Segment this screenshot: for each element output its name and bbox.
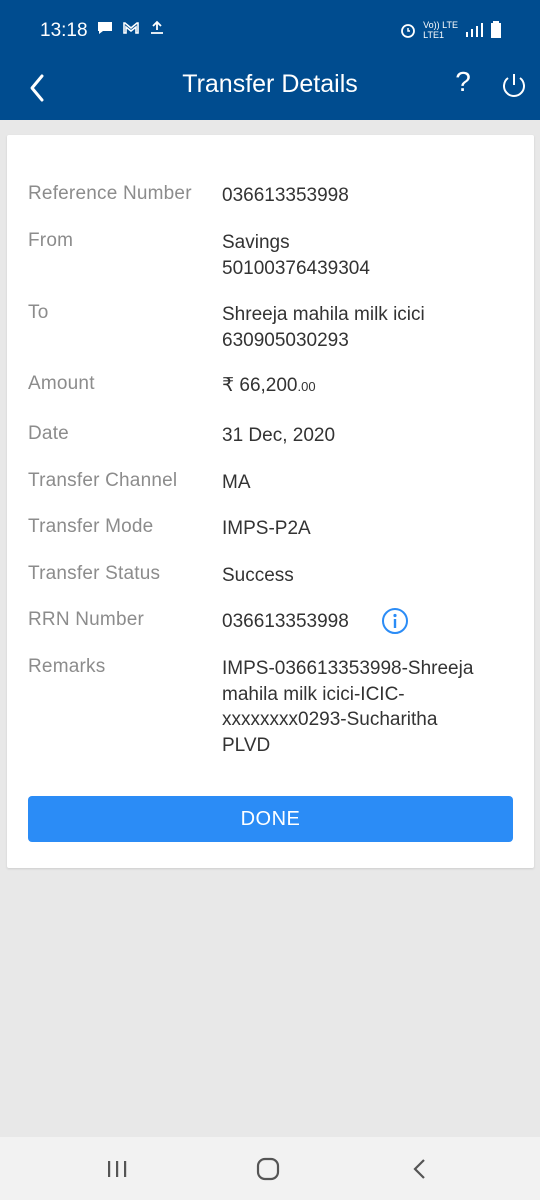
detail-value: 036613353998 xyxy=(222,183,512,209)
app-bar: Transfer Details ? xyxy=(0,62,540,120)
volte-icon: Vo)) LTE LTE1 xyxy=(423,20,458,40)
transfer-status-value: Success xyxy=(222,565,294,586)
detail-label: Amount xyxy=(28,373,95,394)
message-icon xyxy=(98,22,112,34)
detail-value: Shreeja mahila milk icici 630905030293 xyxy=(222,302,512,353)
detail-label: Transfer Status xyxy=(28,563,161,584)
remarks-line: IMPS-036613353998-Shreeja xyxy=(222,658,474,679)
system-nav-bar xyxy=(0,1137,540,1200)
info-icon[interactable] xyxy=(381,607,409,635)
volte-label: Vo)) LTE xyxy=(423,20,458,30)
currency-symbol: ₹ xyxy=(222,375,235,396)
status-bar: 13:18 Vo)) LTE LTE1 xyxy=(0,0,540,62)
detail-value: 31 Dec, 2020 xyxy=(222,423,512,449)
transfer-mode-value: IMPS-P2A xyxy=(222,518,311,539)
alarm-icon xyxy=(401,24,416,38)
detail-label: Transfer Mode xyxy=(28,516,154,537)
detail-label: Transfer Channel xyxy=(28,470,178,491)
detail-label: Reference Number xyxy=(28,183,192,204)
recent-apps-icon[interactable] xyxy=(101,1155,133,1183)
to-account-number: 630905030293 xyxy=(222,329,349,351)
help-button[interactable]: ? xyxy=(448,66,478,98)
detail-label: To xyxy=(28,302,49,323)
detail-label: From xyxy=(28,230,74,251)
back-icon[interactable] xyxy=(404,1155,436,1183)
remarks-line: xxxxxxxx0293-Sucharitha xyxy=(222,709,438,730)
logout-power-icon[interactable] xyxy=(498,70,530,102)
status-time: 13:18 xyxy=(40,20,88,41)
gmail-icon xyxy=(123,22,139,34)
amount-decimal: .00 xyxy=(297,379,316,394)
home-icon[interactable] xyxy=(252,1155,284,1183)
transfer-channel-value: MA xyxy=(222,472,251,493)
to-beneficiary-name: Shreeja mahila milk icici xyxy=(222,304,425,325)
detail-value: 036613353998 xyxy=(222,609,512,635)
upload-icon xyxy=(151,20,163,34)
reference-number-value: 036613353998 xyxy=(222,185,349,206)
amount-value: ₹ 66,200.00 xyxy=(222,373,512,400)
lte-label: LTE1 xyxy=(423,30,444,40)
done-button[interactable]: DONE xyxy=(28,796,513,842)
detail-value: IMPS-P2A xyxy=(222,516,512,542)
from-account-type: Savings xyxy=(222,232,290,253)
signal-icon xyxy=(466,23,483,37)
battery-icon xyxy=(491,21,501,38)
detail-value: Success xyxy=(222,563,512,589)
detail-value: MA xyxy=(222,470,512,496)
detail-label: RRN Number xyxy=(28,609,145,630)
transfer-details-card: Reference Number 036613353998 From Savin… xyxy=(7,135,534,868)
detail-value: IMPS-036613353998-Shreeja mahila milk ic… xyxy=(222,656,512,758)
notification-icons xyxy=(96,20,166,36)
detail-label: Date xyxy=(28,423,69,444)
detail-value: Savings 50100376439304 xyxy=(222,230,512,281)
amount-main: 66,200 xyxy=(239,375,298,396)
system-icons: Vo)) LTE LTE1 xyxy=(399,20,502,40)
rrn-number-value: 036613353998 xyxy=(222,611,349,632)
detail-label: Remarks xyxy=(28,656,106,677)
remarks-line: mahila milk icici-ICIC- xyxy=(222,683,405,705)
date-value: 31 Dec, 2020 xyxy=(222,425,336,446)
remarks-line: PLVD xyxy=(222,734,271,756)
from-account-number: 50100376439304 xyxy=(222,257,370,279)
